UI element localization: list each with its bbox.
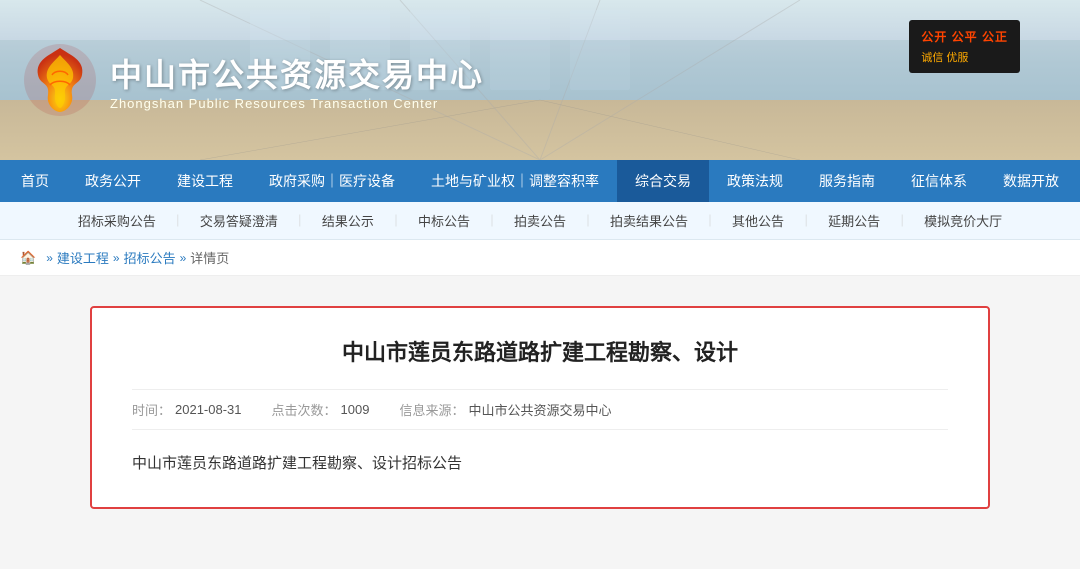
meta-clicks: 点击次数： 1009	[272, 400, 370, 419]
time-value: 2021-08-31	[175, 402, 242, 417]
nav-government[interactable]: 政务公开	[67, 160, 159, 202]
sub-auction-result[interactable]: 拍卖结果公告	[594, 202, 704, 240]
content-area: 中山市莲员东路道路扩建工程勘察、设计 时间： 2021-08-31 点击次数： …	[0, 276, 1080, 556]
breadcrumb-detail: 详情页	[190, 248, 229, 267]
sub-divider-6: ｜	[704, 212, 716, 229]
nav-data[interactable]: 数据开放	[985, 160, 1077, 202]
breadcrumb-sep-1: »	[46, 251, 53, 265]
source-label: 信息来源：	[399, 400, 464, 419]
sub-delay[interactable]: 延期公告	[812, 202, 896, 240]
logo-area: 中山市公共资源交易中心 Zhongshan Public Resources T…	[20, 40, 484, 120]
nav-exchange[interactable]: 综合交易	[617, 160, 709, 202]
breadcrumb: 🏠 » 建设工程 » 招标公告 » 详情页	[0, 240, 1080, 276]
sub-divider-2: ｜	[294, 212, 306, 229]
article-box: 中山市莲员东路道路扩建工程勘察、设计 时间： 2021-08-31 点击次数： …	[90, 306, 990, 509]
nav-land[interactable]: 土地与矿业权｜调整容积率	[413, 160, 617, 202]
sub-divider-3: ｜	[390, 212, 402, 229]
article-body: 中山市莲员东路道路扩建工程勘察、设计招标公告	[132, 450, 948, 477]
clicks-value: 1009	[341, 402, 370, 417]
nav-policy[interactable]: 政策法规	[709, 160, 801, 202]
sub-qa[interactable]: 交易答疑澄清	[184, 202, 294, 240]
time-label: 时间：	[132, 400, 171, 419]
nav-construction[interactable]: 建设工程	[159, 160, 251, 202]
sub-bidding[interactable]: 招标采购公告	[62, 202, 172, 240]
breadcrumb-bidding[interactable]: 招标公告	[124, 248, 176, 267]
main-nav: 首页 政务公开 建设工程 政府采购｜医疗设备 土地与矿业权｜调整容积率 综合交易…	[0, 160, 1080, 202]
header-banner: 公开 公平 公正 诚信 优服 中山市公共资源交易中心 Zhongshan	[0, 0, 1080, 160]
nav-home[interactable]: 首页	[3, 160, 67, 202]
article-title: 中山市莲员东路道路扩建工程勘察、设计	[132, 338, 948, 369]
logo-icon	[20, 40, 100, 120]
sub-other[interactable]: 其他公告	[716, 202, 800, 240]
breadcrumb-sep-2: »	[113, 251, 120, 265]
nav-credit[interactable]: 征信体系	[893, 160, 985, 202]
logo-en-text: Zhongshan Public Resources Transaction C…	[110, 96, 484, 111]
sub-winning[interactable]: 中标公告	[402, 202, 486, 240]
home-icon[interactable]: 🏠	[20, 250, 36, 266]
meta-source: 信息来源： 中山市公共资源交易中心	[399, 400, 611, 419]
sub-auction[interactable]: 拍卖公告	[498, 202, 582, 240]
breadcrumb-sep-3: »	[180, 251, 187, 265]
breadcrumb-construction[interactable]: 建设工程	[57, 248, 109, 267]
led-board: 公开 公平 公正 诚信 优服	[909, 20, 1020, 73]
sub-simulation[interactable]: 模拟竞价大厅	[908, 202, 1018, 240]
sub-divider-4: ｜	[486, 212, 498, 229]
sub-divider-5: ｜	[582, 212, 594, 229]
clicks-label: 点击次数：	[272, 400, 337, 419]
nav-procurement[interactable]: 政府采购｜医疗设备	[251, 160, 413, 202]
sub-results[interactable]: 结果公示	[306, 202, 390, 240]
meta-time: 时间： 2021-08-31	[132, 400, 242, 419]
sub-nav: 招标采购公告 ｜ 交易答疑澄清 ｜ 结果公示 ｜ 中标公告 ｜ 拍卖公告 ｜ 拍…	[0, 202, 1080, 240]
sub-divider-7: ｜	[800, 212, 812, 229]
sub-divider-8: ｜	[896, 212, 908, 229]
nav-service[interactable]: 服务指南	[801, 160, 893, 202]
article-meta: 时间： 2021-08-31 点击次数： 1009 信息来源： 中山市公共资源交…	[132, 389, 948, 430]
sub-divider-1: ｜	[172, 212, 184, 229]
logo-cn-text: 中山市公共资源交易中心	[110, 50, 484, 96]
source-value: 中山市公共资源交易中心	[468, 400, 611, 419]
logo-text: 中山市公共资源交易中心 Zhongshan Public Resources T…	[110, 50, 484, 111]
